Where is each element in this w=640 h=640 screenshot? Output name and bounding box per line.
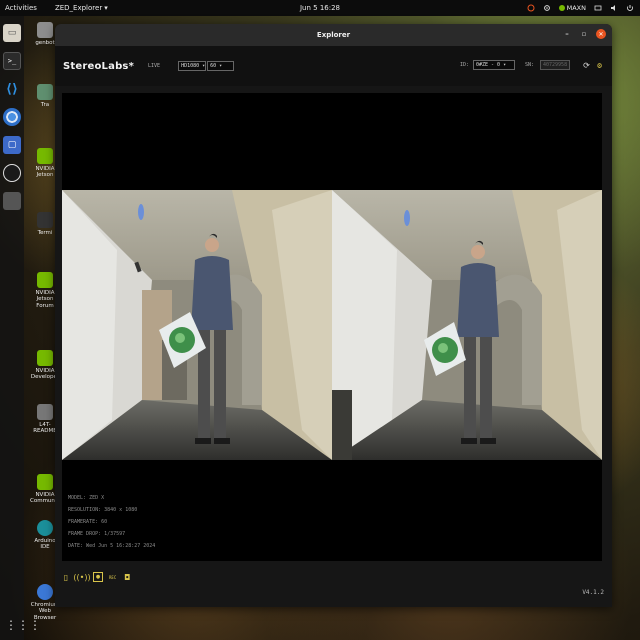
desktop-icon-label: L4T-README: [33, 422, 57, 435]
vscode-icon[interactable]: ⟨⟩: [3, 80, 21, 98]
version-label: V4.1.2: [582, 589, 604, 596]
nvidia-icon: [37, 350, 53, 366]
desktop-icon-label: NVIDIA Jetson: [35, 166, 55, 179]
app-menu[interactable]: ZED_Explorer ▾: [55, 4, 108, 12]
desktop-icon-label: Tra: [40, 102, 50, 108]
stream-icon[interactable]: ((•)): [73, 572, 90, 582]
desktop-icon-label: Termi: [37, 230, 53, 236]
nvidia-icon: [37, 148, 53, 164]
nvidia-icon: [37, 272, 53, 288]
network-icon[interactable]: [594, 4, 602, 12]
nvidia-icon: [37, 474, 53, 490]
terminal-icon[interactable]: >_: [3, 52, 21, 70]
camera-id-value: 0#ZE - 0: [475, 62, 501, 68]
left-camera-image: [62, 190, 332, 460]
nvidia-icon: [558, 5, 565, 11]
explorer-window: Explorer – ▫ ✕ StereoLabs* LIVE HD1080 ▾…: [55, 24, 612, 607]
chevron-down-icon: ▾: [104, 4, 108, 12]
chromium-icon[interactable]: [3, 108, 21, 126]
chevron-down-icon: ▾: [202, 63, 206, 69]
trash-icon: [37, 84, 53, 100]
power-mode-indicator[interactable]: MAXN: [558, 4, 586, 12]
system-tray: MAXN: [527, 4, 634, 12]
left-camera-frame: [62, 190, 332, 460]
framerate-text: FRAMERATE: 60: [68, 519, 108, 525]
desktop-icon-label: Arduino IDE: [34, 538, 56, 551]
chromium-icon: [37, 584, 53, 600]
obs-icon[interactable]: [3, 164, 21, 182]
resolution-value: HD1080: [181, 63, 200, 69]
activities-button[interactable]: Activities: [5, 4, 37, 12]
record-icon[interactable]: ●: [93, 572, 103, 582]
file-icon[interactable]: ▯: [61, 572, 71, 582]
home-folder-icon: [37, 22, 53, 38]
screenshot-icon[interactable]: ▢: [3, 136, 21, 154]
frame-drop-text: FRAME DROP: 1/37597: [68, 531, 126, 537]
app-header: StereoLabs* LIVE HD1080 ▾ 60 ▾ ID: 0#ZE …: [55, 46, 612, 86]
desktop-icon-label: NVIDIA Jetson Forum: [35, 290, 55, 309]
arduino-icon: [37, 520, 53, 536]
chevron-down-icon: ▾: [503, 62, 507, 68]
document-icon: [37, 404, 53, 420]
files-icon[interactable]: ▭: [3, 24, 21, 42]
clock[interactable]: Jun 5 16:28: [300, 4, 340, 12]
camera-snapshot-icon[interactable]: ◘: [122, 572, 132, 582]
live-label: LIVE: [148, 63, 161, 69]
fps-value: 60: [210, 63, 217, 69]
camera-viewer: MODEL: ZED X RESOLUTION: 3840 x 1080 FRA…: [62, 93, 602, 561]
chevron-down-icon: ▾: [219, 63, 223, 69]
fps-select[interactable]: 60 ▾: [207, 61, 235, 71]
window-titlebar[interactable]: Explorer – ▫ ✕: [55, 24, 612, 46]
terminal-icon: [37, 212, 53, 228]
camera-selector: ID: 0#ZE - 0 ▾ SN: 40729958 ⟳ ⚙: [460, 60, 604, 70]
record-label: REC: [109, 574, 117, 580]
serial-number-field[interactable]: 40729958: [540, 60, 570, 70]
right-camera-image: [332, 190, 602, 460]
dock: ▭ >_ ⟨⟩ ▢ ⋮⋮⋮: [0, 16, 41, 640]
refresh-icon[interactable]: ⟳: [582, 61, 591, 70]
resolution-select[interactable]: HD1080 ▾: [178, 61, 207, 71]
window-title: Explorer: [316, 31, 351, 39]
date-text: DATE: Wed Jun 5 16:28:27 2024: [68, 543, 156, 549]
brand-logo: StereoLabs*: [63, 60, 135, 72]
right-camera-frame: [332, 190, 602, 460]
power-icon[interactable]: [626, 4, 634, 12]
system-top-bar: Activities ZED_Explorer ▾ Jun 5 16:28 MA…: [0, 0, 640, 16]
volume-icon[interactable]: [610, 4, 618, 12]
bottom-toolbar: ▯ ((•)) ● REC ◘ V4.1.2: [55, 567, 612, 607]
camera-id-select[interactable]: 0#ZE - 0 ▾: [472, 60, 515, 70]
power-mode-label: MAXN: [566, 4, 586, 12]
window-controls: – ▫ ✕: [562, 29, 606, 39]
gear-icon[interactable]: ⚙: [595, 61, 604, 70]
resolution-text: RESOLUTION: 3840 x 1080: [68, 507, 138, 513]
power-mode-icon[interactable]: [527, 4, 535, 12]
toolbar-icons: ▯ ((•)) ● REC ◘: [61, 572, 132, 582]
maximize-button[interactable]: ▫: [579, 29, 589, 39]
sn-label: SN:: [524, 62, 534, 68]
app-menu-label: ZED_Explorer: [54, 4, 103, 12]
model-text: MODEL: ZED X: [68, 495, 105, 501]
stereo-frames: [62, 190, 602, 460]
desktop-icon-label: genbot: [35, 40, 55, 46]
zed-explorer-icon[interactable]: [3, 192, 21, 210]
minimize-button[interactable]: –: [562, 29, 572, 39]
settings-icon[interactable]: [543, 4, 551, 12]
id-label: ID:: [459, 62, 469, 68]
camera-info-overlay: MODEL: ZED X RESOLUTION: 3840 x 1080 FRA…: [68, 492, 155, 552]
close-button[interactable]: ✕: [596, 29, 606, 39]
